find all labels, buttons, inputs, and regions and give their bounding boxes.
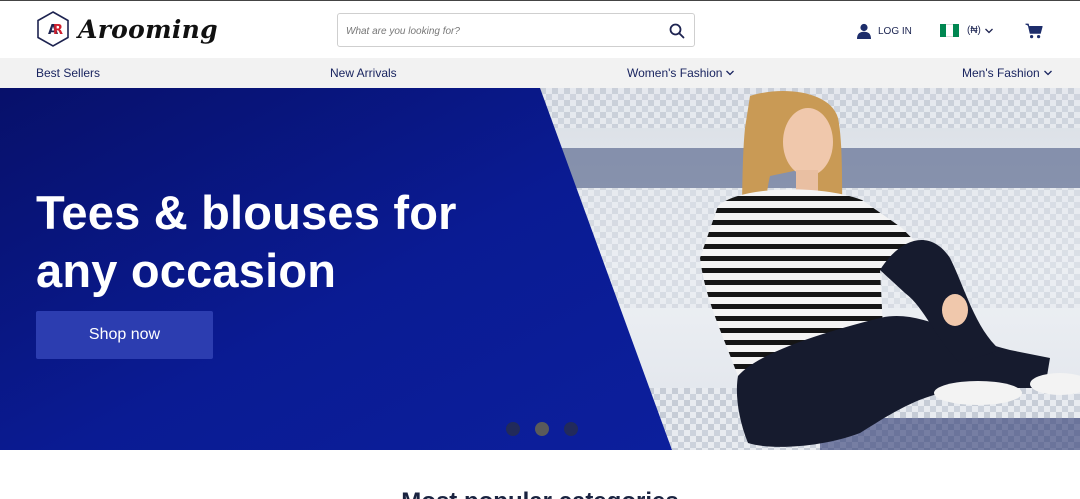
nav-item-best-sellers[interactable]: Best Sellers: [36, 66, 100, 80]
currency-selector[interactable]: (₦): [940, 24, 994, 37]
carousel-dot[interactable]: [506, 422, 520, 436]
login-link[interactable]: LOG IN: [856, 23, 912, 39]
nav-item-label: New Arrivals: [330, 66, 397, 80]
cart-icon[interactable]: [1025, 23, 1043, 39]
user-icon: [857, 23, 871, 39]
chevron-down-icon: [1043, 70, 1052, 76]
main-nav: Best Sellers New Arrivals Women's Fashio…: [0, 58, 1080, 88]
chevron-down-icon: [984, 28, 993, 33]
nav-item-new-arrivals[interactable]: New Arrivals: [330, 66, 397, 80]
login-label: LOG IN: [878, 25, 912, 37]
nav-item-womens-fashion[interactable]: Women's Fashion: [627, 66, 735, 80]
nav-item-mens-fashion[interactable]: Men's Fashion: [962, 66, 1053, 80]
shop-now-button[interactable]: Shop now: [36, 311, 213, 359]
hero-title: Tees & blouses for any occasion: [36, 184, 556, 300]
hero-title-line: any occasion: [36, 244, 337, 297]
chevron-down-icon: [726, 70, 735, 76]
currency-label: (₦): [967, 25, 981, 36]
hero-title-line: Tees & blouses for: [36, 186, 457, 239]
nav-item-label: Women's Fashion: [627, 66, 723, 80]
svg-text:R: R: [53, 23, 63, 38]
carousel-dot-active[interactable]: [535, 422, 549, 436]
brand-name: Arooming: [78, 14, 218, 44]
nav-item-label: Best Sellers: [36, 66, 101, 80]
section-title: Most popular categories: [0, 488, 1080, 499]
search-icon[interactable]: [668, 22, 686, 40]
carousel-dot[interactable]: [564, 422, 578, 436]
site-header: A R Arooming LOG IN (₦): [0, 0, 1080, 58]
hero-banner[interactable]: Tees & blouses for any occasion Shop now: [0, 88, 1080, 450]
search-input[interactable]: [346, 22, 656, 40]
search-box: [337, 13, 695, 47]
logo-mark-icon: A R: [37, 11, 69, 47]
nigeria-flag-icon: [940, 24, 959, 37]
nav-item-label: Men's Fashion: [962, 66, 1040, 80]
brand-logo[interactable]: A R Arooming: [36, 11, 218, 47]
carousel-dots: [506, 422, 578, 436]
